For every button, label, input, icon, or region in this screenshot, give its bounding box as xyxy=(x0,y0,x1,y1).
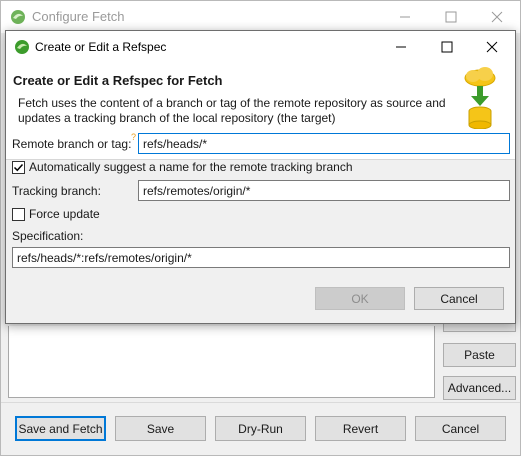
force-update-label: Force update xyxy=(29,207,100,221)
dialog-cancel-button[interactable]: Cancel xyxy=(414,287,504,310)
save-and-fetch-label: Save and Fetch xyxy=(18,421,103,436)
tracking-branch-input[interactable] xyxy=(138,180,510,201)
dialog-cancel-label: Cancel xyxy=(440,291,478,306)
cancel-label: Cancel xyxy=(441,421,480,436)
close-icon[interactable] xyxy=(469,31,515,63)
banner-heading: Create or Edit a Refspec for Fetch xyxy=(13,73,223,88)
fetch-cloud-database-icon xyxy=(460,65,500,132)
content-assist-icon: ? xyxy=(131,132,137,142)
force-update-checkbox[interactable] xyxy=(12,208,25,221)
remote-branch-label: Remote branch or tag: xyxy=(12,137,132,151)
dry-run-label: Dry-Run xyxy=(238,421,283,436)
auto-suggest-checkbox[interactable] xyxy=(12,161,25,174)
eclipse-app-icon xyxy=(14,39,30,55)
paste-button[interactable]: Paste xyxy=(443,343,516,367)
maximize-icon[interactable] xyxy=(428,1,474,33)
tracking-branch-label: Tracking branch: xyxy=(12,184,101,198)
dry-run-button[interactable]: Dry-Run xyxy=(215,416,306,441)
remote-branch-input[interactable] xyxy=(138,133,510,154)
revert-label: Revert xyxy=(342,421,379,436)
advanced-button[interactable]: Advanced... xyxy=(443,376,516,400)
eclipse-app-icon xyxy=(10,9,26,25)
maximize-icon[interactable] xyxy=(424,31,470,63)
refspec-dialog-titlebar: Create or Edit a Refspec xyxy=(6,31,515,63)
minimize-icon[interactable] xyxy=(378,31,424,63)
refspec-dialog-title: Create or Edit a Refspec xyxy=(35,40,167,54)
cancel-button[interactable]: Cancel xyxy=(415,416,506,441)
save-label: Save xyxy=(146,421,175,436)
specification-input[interactable] xyxy=(12,247,510,268)
minimize-icon[interactable] xyxy=(382,1,428,33)
refspec-list[interactable] xyxy=(8,326,435,398)
close-icon[interactable] xyxy=(474,1,520,33)
configure-fetch-title: Configure Fetch xyxy=(32,9,125,24)
save-and-fetch-button[interactable]: Save and Fetch xyxy=(15,416,106,441)
advanced-button-label: Advanced... xyxy=(447,381,512,395)
configure-fetch-titlebar: Configure Fetch xyxy=(1,1,520,33)
revert-button[interactable]: Revert xyxy=(315,416,406,441)
ok-button[interactable]: OK xyxy=(315,287,405,310)
specification-label: Specification: xyxy=(12,229,84,243)
banner-description: Fetch uses the content of a branch or ta… xyxy=(18,96,446,125)
refspec-dialog: Create or Edit a Refspec Create or Edit … xyxy=(5,30,516,324)
ok-button-label: OK xyxy=(351,291,369,306)
paste-button-label: Paste xyxy=(464,348,495,362)
save-button[interactable]: Save xyxy=(115,416,206,441)
bottom-separator xyxy=(1,402,520,403)
auto-suggest-label: Automatically suggest a name for the rem… xyxy=(29,160,353,174)
